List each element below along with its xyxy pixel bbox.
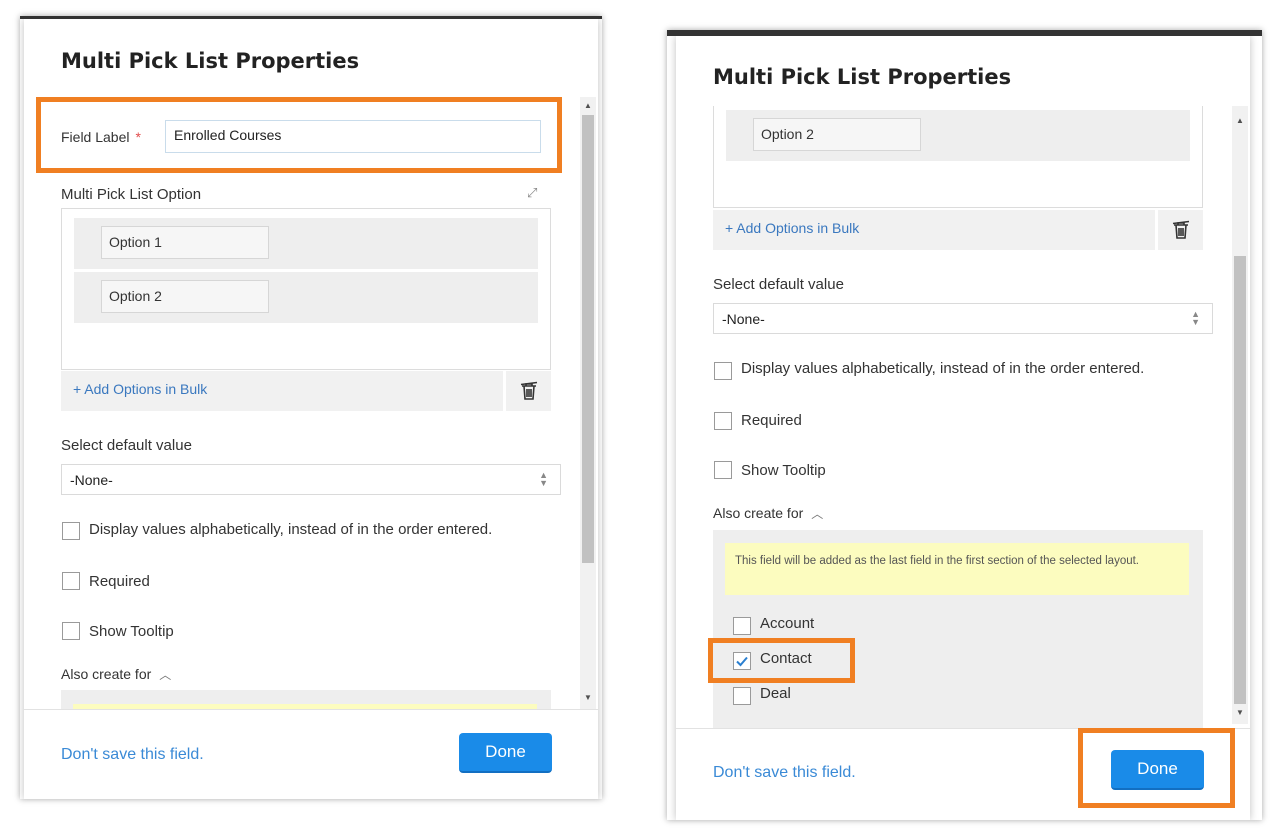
highlight-contact (708, 638, 855, 683)
trash-icon (1172, 220, 1189, 239)
default-value-label: Select default value (713, 276, 844, 293)
scroll-down-icon[interactable]: ▼ (581, 693, 595, 702)
alphabetical-checkbox[interactable] (714, 362, 732, 380)
scrollbar[interactable]: ▲ ▼ (1232, 106, 1248, 724)
required-checkbox[interactable] (62, 572, 80, 590)
deal-label: Deal (760, 685, 791, 702)
alphabetical-checkbox[interactable] (62, 522, 80, 540)
alphabetical-label: Display values alphabetically, instead o… (741, 360, 1145, 377)
highlight-done (1078, 728, 1235, 808)
default-value-selected: -None- (70, 472, 113, 488)
options-section-label: Multi Pick List Option (61, 186, 202, 203)
scroll-up-icon[interactable]: ▲ (581, 101, 595, 110)
default-value-label: Select default value (61, 437, 192, 454)
footer-divider (24, 709, 598, 710)
chevron-up-icon: ︿ (159, 668, 172, 682)
expand-icon[interactable]: ⤢ (527, 185, 537, 201)
options-list: Option 1 Option 2 (61, 208, 551, 370)
dont-save-link[interactable]: Don't save this field. (713, 764, 856, 782)
delete-options-button[interactable] (1158, 210, 1203, 250)
also-create-toggle[interactable]: Also create for ︿ (713, 505, 823, 522)
dont-save-link[interactable]: Don't save this field. (61, 746, 204, 764)
also-create-area (61, 690, 551, 710)
scroll-down-icon[interactable]: ▼ (1233, 708, 1247, 717)
alphabetical-label: Display values alphabetically, instead o… (89, 521, 493, 538)
scroll-up-icon[interactable]: ▲ (1233, 116, 1247, 125)
also-create-area: This field will be added as the last fie… (713, 530, 1203, 728)
account-checkbox[interactable] (733, 617, 751, 635)
right-panel: Multi Pick List Properties Option 2 + Ad… (667, 30, 1262, 820)
options-list: Option 2 (713, 106, 1203, 208)
tooltip-checkbox[interactable] (714, 461, 732, 479)
option-input[interactable]: Option 2 (753, 118, 921, 151)
list-item: Option 2 (74, 272, 538, 323)
required-label: Required (89, 573, 150, 590)
option-input[interactable]: Option 1 (101, 226, 269, 259)
also-create-toggle[interactable]: Also create for ︿ (61, 666, 171, 683)
list-item: Option 2 (726, 110, 1190, 161)
left-panel: Multi Pick List Properties Field Label * … (20, 16, 602, 799)
tooltip-checkbox[interactable] (62, 622, 80, 640)
layout-note: This field will be added as the last fie… (725, 543, 1189, 595)
deal-checkbox[interactable] (733, 687, 751, 705)
properties-dialog: Multi Pick List Properties Option 2 + Ad… (676, 36, 1250, 820)
dialog-title: Multi Pick List Properties (61, 49, 360, 73)
option-input[interactable]: Option 2 (101, 280, 269, 313)
select-arrows-icon: ▲ ▼ (539, 470, 548, 488)
tooltip-label: Show Tooltip (89, 623, 174, 640)
delete-options-button[interactable] (506, 371, 551, 411)
default-value-select[interactable]: -None- ▲ ▼ (61, 464, 561, 495)
scrollbar-thumb[interactable] (582, 115, 594, 563)
scrollbar[interactable]: ▲ ▼ (580, 97, 596, 709)
list-item: Option 1 (74, 218, 538, 269)
chevron-up-icon: ︿ (811, 507, 824, 521)
scrollbar-thumb[interactable] (1234, 256, 1246, 704)
highlight-field-label (36, 97, 562, 173)
add-options-bulk-link[interactable]: + Add Options in Bulk (61, 371, 503, 411)
account-label: Account (760, 615, 815, 632)
tooltip-label: Show Tooltip (741, 462, 826, 479)
select-arrows-icon: ▲ ▼ (1191, 309, 1200, 327)
required-label: Required (741, 412, 802, 429)
add-options-bulk-link[interactable]: + Add Options in Bulk (713, 210, 1155, 250)
done-button[interactable]: Done (459, 733, 552, 773)
trash-icon (520, 381, 537, 400)
required-checkbox[interactable] (714, 412, 732, 430)
default-value-select[interactable]: -None- ▲ ▼ (713, 303, 1213, 334)
dialog-title: Multi Pick List Properties (713, 65, 1012, 89)
default-value-selected: -None- (722, 311, 765, 327)
